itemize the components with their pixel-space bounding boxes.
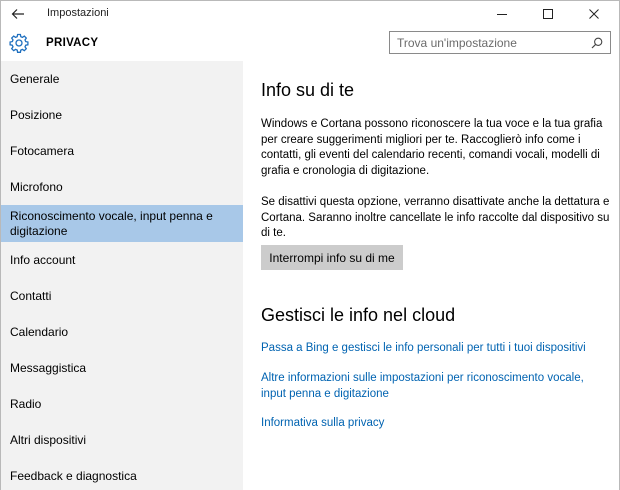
sidebar-item-contatti[interactable]: Contatti: [1, 278, 243, 314]
header: PRIVACY: [1, 27, 619, 61]
sidebar-item-label: Posizione: [10, 107, 63, 122]
bing-manage-link[interactable]: Passa a Bing e gestisci le info personal…: [261, 341, 611, 357]
sidebar-item-label: Messaggistica: [10, 360, 87, 375]
gear-icon: [9, 33, 29, 53]
sidebar-item-label: Riconoscimento vocale, input penna e dig…: [10, 208, 213, 238]
sidebar-item-label: Radio: [10, 396, 42, 411]
close-icon: [589, 9, 599, 19]
sidebar-item-messaggistica[interactable]: Messaggistica: [1, 350, 243, 386]
search-box[interactable]: [389, 31, 611, 54]
main-content: Info su di te Windows e Cortana possono …: [243, 61, 619, 490]
maximize-button[interactable]: [525, 1, 571, 27]
search-input[interactable]: [390, 32, 586, 53]
back-button[interactable]: [5, 1, 31, 27]
maximize-icon: [543, 9, 553, 19]
sidebar-item-info-account[interactable]: Info account: [1, 242, 243, 278]
minimize-icon: [497, 14, 507, 15]
warning-paragraph: Se disattivi questa opzione, verranno di…: [261, 196, 610, 239]
sidebar-item-label: Calendario: [10, 324, 69, 339]
minimize-button[interactable]: [479, 1, 525, 27]
sidebar-item-label: Info account: [10, 252, 76, 267]
sidebar-item-label: Generale: [10, 71, 60, 86]
search-icon: [591, 37, 603, 48]
sidebar-item-label: Contatti: [10, 288, 52, 303]
sidebar-item-microfono[interactable]: Microfono: [1, 169, 243, 205]
sidebar-item-label: Feedback e diagnostica: [10, 468, 137, 483]
sidebar-item-label: Fotocamera: [10, 143, 75, 158]
app-title: Impostazioni: [47, 7, 109, 19]
close-button[interactable]: [571, 1, 617, 27]
sidebar: Generale Posizione Fotocamera Microfono …: [1, 61, 243, 490]
sidebar-item-fotocamera[interactable]: Fotocamera: [1, 133, 243, 169]
sidebar-item-feedback-diagnostica[interactable]: Feedback e diagnostica: [1, 458, 243, 490]
sidebar-item-label: Microfono: [10, 179, 63, 194]
back-arrow-icon: [11, 9, 24, 19]
description-paragraph: Windows e Cortana possono riconoscere la…: [261, 118, 603, 177]
sidebar-item-calendario[interactable]: Calendario: [1, 314, 243, 350]
more-info-link[interactable]: Altre informazioni sulle impostazioni pe…: [261, 371, 611, 402]
settings-window: Impostazioni PRIVACY Trova un'impostazio…: [0, 0, 620, 490]
search-button[interactable]: [586, 32, 608, 53]
section-title-cloud: Gestisci le info nel cloud: [261, 305, 456, 325]
page-title: PRIVACY: [46, 37, 99, 49]
sidebar-item-posizione[interactable]: Posizione: [1, 97, 243, 133]
sidebar-item-generale[interactable]: Generale: [1, 61, 243, 97]
title-bar: Impostazioni: [1, 1, 619, 27]
sidebar-item-radio[interactable]: Radio: [1, 386, 243, 422]
privacy-statement-link[interactable]: Informativa sulla privacy: [261, 416, 611, 432]
sidebar-item-altri-dispositivi[interactable]: Altri dispositivi: [1, 422, 243, 458]
sidebar-item-label: Altri dispositivi: [10, 432, 87, 447]
stop-info-button[interactable]: Interrompi info su di me: [261, 245, 403, 270]
sidebar-item-riconoscimento-vocale[interactable]: Riconoscimento vocale, input penna e dig…: [1, 205, 243, 242]
section-title-info-su-di-te: Info su di te: [261, 80, 355, 100]
